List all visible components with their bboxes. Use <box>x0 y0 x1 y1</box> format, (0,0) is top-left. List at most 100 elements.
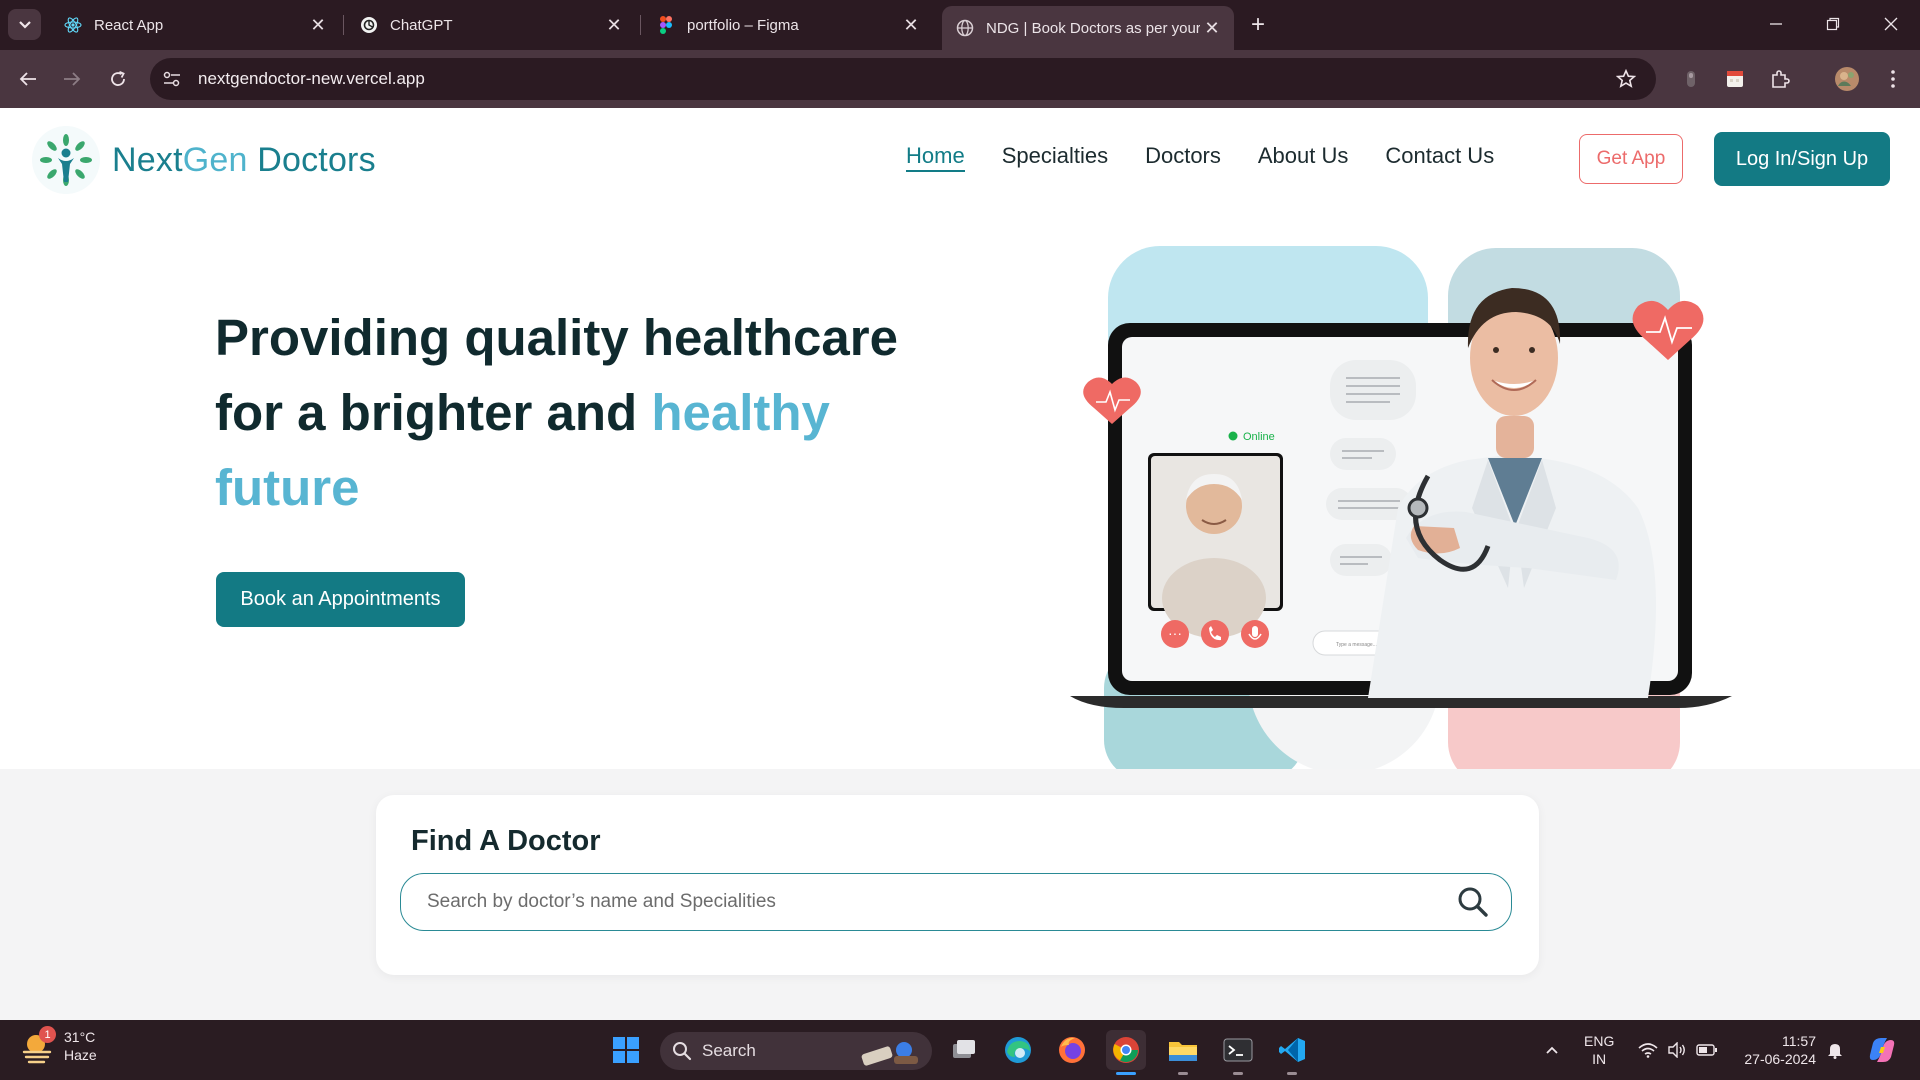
system-clock[interactable]: 11:57 27-06-2024 <box>1736 1032 1816 1068</box>
nav-about-us[interactable]: About Us <box>1258 143 1349 172</box>
taskbar-search[interactable]: Search <box>660 1032 932 1070</box>
window-close-icon[interactable] <box>1871 10 1911 38</box>
edge-browser-icon[interactable] <box>998 1030 1038 1070</box>
close-icon[interactable]: ✕ <box>306 13 330 37</box>
weather-temp: 31°C <box>64 1029 96 1045</box>
weather-widget[interactable]: 1 31°C Haze <box>20 1026 97 1064</box>
search-icon <box>673 1042 692 1061</box>
site-settings-icon[interactable] <box>156 63 188 95</box>
search-icon[interactable] <box>1453 882 1493 922</box>
chrome-icon[interactable] <box>1106 1030 1146 1070</box>
search-highlight-icon <box>861 1042 918 1066</box>
find-doctor-card: Find A Doctor <box>376 795 1539 975</box>
windows-taskbar: 1 31°C Haze Search ENG IN 11:57 27-06-20… <box>0 1020 1920 1080</box>
login-signup-button[interactable]: Log In/Sign Up <box>1714 132 1890 186</box>
tab-chatgpt[interactable]: ChatGPT ✕ <box>346 6 636 44</box>
globe-icon <box>956 19 974 37</box>
bookmark-star-icon[interactable] <box>1610 63 1642 95</box>
get-app-button[interactable]: Get App <box>1579 134 1683 184</box>
tab-divider <box>640 15 641 35</box>
find-doctor-search-box[interactable] <box>400 873 1512 931</box>
taskbar-search-label: Search <box>702 1041 756 1060</box>
nav-contact-us[interactable]: Contact Us <box>1385 143 1494 172</box>
clock-date: 27-06-2024 <box>1744 1051 1816 1067</box>
chat-bubble-2 <box>1330 438 1396 470</box>
hero-line-1: Providing quality healthcare <box>215 309 898 366</box>
language-region: IN <box>1592 1051 1607 1067</box>
volume-icon[interactable] <box>1664 1030 1690 1070</box>
tab-title: portfolio – Figma <box>687 16 799 34</box>
tab-title: NDG | Book Doctors as per your <box>986 19 1200 37</box>
windows-start-icon[interactable] <box>606 1030 646 1070</box>
phone-call-button <box>1201 620 1229 648</box>
firefox-icon[interactable] <box>1052 1030 1092 1070</box>
logo-doctors: Doctors <box>247 140 376 179</box>
battery-icon[interactable] <box>1694 1030 1720 1070</box>
tab-title: ChatGPT <box>390 16 453 34</box>
taskbar-running-indicator <box>1287 1072 1297 1075</box>
language-indicator[interactable]: ENG IN <box>1584 1032 1614 1068</box>
copilot-icon[interactable] <box>1864 1030 1900 1070</box>
logo-gen: Gen <box>182 140 248 179</box>
calendar-extension-icon[interactable] <box>1720 64 1750 94</box>
forward-arrow-icon[interactable] <box>56 63 88 95</box>
tab-react-app[interactable]: React App ✕ <box>50 6 340 44</box>
nav-home[interactable]: Home <box>906 143 965 172</box>
close-icon[interactable]: ✕ <box>1200 16 1224 40</box>
file-explorer-icon[interactable] <box>1163 1030 1203 1070</box>
site-logo[interactable]: NextGen Doctors <box>30 124 376 196</box>
minimize-icon[interactable] <box>1756 10 1796 38</box>
online-label: Online <box>1243 431 1275 443</box>
hero-highlight-future: future <box>215 459 360 516</box>
book-appointment-button[interactable]: Book an Appointments <box>216 572 465 627</box>
weather-notification-badge: 1 <box>39 1026 56 1043</box>
tab-ndg-active[interactable]: NDG | Book Doctors as per your ✕ <box>942 6 1234 50</box>
figma-icon <box>657 16 675 34</box>
new-tab-plus-icon[interactable]: + <box>1244 11 1272 39</box>
hero-line-2a: for a brighter and <box>215 384 652 441</box>
taskbar-active-indicator <box>1116 1072 1136 1075</box>
vscode-icon[interactable] <box>1272 1030 1312 1070</box>
browser-tab-bar: React App ✕ ChatGPT ✕ portfolio – Figma … <box>0 0 1920 50</box>
task-view-icon[interactable] <box>944 1030 984 1070</box>
clock-time: 11:57 <box>1782 1033 1816 1049</box>
back-arrow-icon[interactable] <box>12 63 44 95</box>
browser-menu-dots-icon[interactable] <box>1878 64 1908 94</box>
online-dot <box>1228 431 1238 441</box>
webpage: NextGen Doctors Home Specialties Doctors… <box>0 108 1920 1020</box>
terminal-icon[interactable] <box>1218 1030 1258 1070</box>
notification-bell-icon[interactable] <box>1822 1030 1848 1070</box>
nav-specialties[interactable]: Specialties <box>1002 143 1108 172</box>
taskbar-running-indicator <box>1233 1072 1243 1075</box>
chat-bubble-1 <box>1330 360 1416 420</box>
reload-icon[interactable] <box>102 63 134 95</box>
tray-chevron-up-icon[interactable] <box>1540 1030 1564 1070</box>
doctor-search-input[interactable] <box>401 891 1453 913</box>
doctor-neck <box>1496 416 1534 458</box>
tab-title: React App <box>94 16 164 34</box>
tab-figma[interactable]: portfolio – Figma ✕ <box>643 6 933 44</box>
chatgpt-icon <box>360 16 378 34</box>
logo-wordmark: NextGen Doctors <box>112 141 376 180</box>
logo-next: Next <box>112 140 183 179</box>
chat-placeholder: Type a message... <box>1336 642 1377 648</box>
browser-toolbar: nextgendoctor-new.vercel.app <box>0 50 1920 108</box>
close-icon[interactable]: ✕ <box>899 13 923 37</box>
address-bar[interactable]: nextgendoctor-new.vercel.app <box>150 58 1656 100</box>
nav-doctors[interactable]: Doctors <box>1145 143 1221 172</box>
extensions-puzzle-icon[interactable] <box>1765 64 1795 94</box>
extension-icon[interactable] <box>1676 64 1706 94</box>
url-text: nextgendoctor-new.vercel.app <box>198 69 425 88</box>
close-icon[interactable]: ✕ <box>602 13 626 37</box>
chat-bubble-4 <box>1330 544 1392 576</box>
tab-search-chevron-icon[interactable] <box>8 9 41 40</box>
taskbar-running-indicator <box>1178 1072 1188 1075</box>
restore-icon[interactable] <box>1813 10 1853 38</box>
weather-condition: Haze <box>64 1047 97 1063</box>
wifi-icon[interactable] <box>1635 1030 1661 1070</box>
profile-avatar[interactable] <box>1832 64 1862 94</box>
tab-divider <box>343 15 344 35</box>
main-nav: Home Specialties Doctors About Us Contac… <box>906 143 1494 172</box>
hero-highlight-healthy: healthy <box>651 384 830 441</box>
react-icon <box>64 16 82 34</box>
